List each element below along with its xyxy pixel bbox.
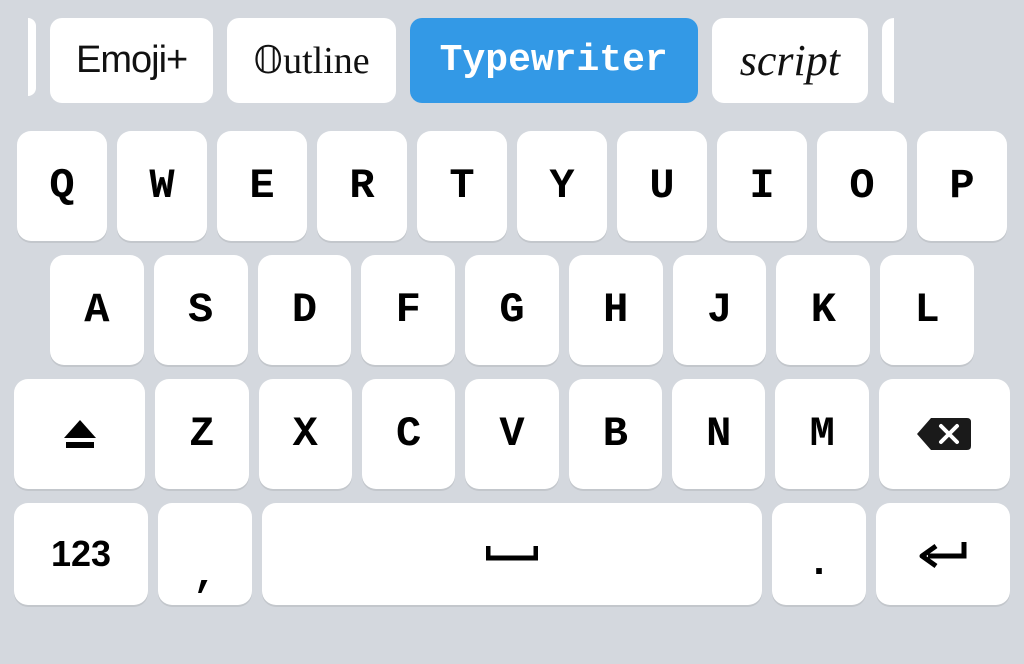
enter-icon (918, 538, 968, 570)
key-d[interactable]: D (258, 255, 352, 365)
key-space[interactable] (262, 503, 762, 605)
key-x[interactable]: X (259, 379, 352, 489)
key-c[interactable]: C (362, 379, 455, 489)
key-row-3: Z X C V B N M (14, 379, 1010, 489)
key-numeric-switch[interactable]: 123 (14, 503, 148, 605)
key-k[interactable]: K (776, 255, 870, 365)
key-w[interactable]: W (117, 131, 207, 241)
key-q[interactable]: Q (17, 131, 107, 241)
font-tab-script[interactable]: script (712, 18, 868, 103)
key-p[interactable]: P (917, 131, 1007, 241)
key-comma[interactable]: , (158, 503, 252, 605)
key-r[interactable]: R (317, 131, 407, 241)
key-e[interactable]: E (217, 131, 307, 241)
key-m[interactable]: M (775, 379, 868, 489)
key-shift[interactable] (14, 379, 145, 489)
key-b[interactable]: B (569, 379, 662, 489)
key-s[interactable]: S (154, 255, 248, 365)
key-row-4: 123 , . (14, 503, 1010, 605)
backspace-icon (917, 414, 971, 454)
key-row-2: A S D F G H J K L (14, 255, 1010, 365)
key-j[interactable]: J (673, 255, 767, 365)
key-row-1: Q W E R T Y U I O P (14, 131, 1010, 241)
keyboard: Q W E R T Y U I O P A S D F G H J K L Z … (0, 123, 1024, 619)
key-t[interactable]: T (417, 131, 507, 241)
key-a[interactable]: A (50, 255, 144, 365)
space-icon (486, 544, 538, 564)
period-glyph: . (807, 542, 831, 587)
key-y[interactable]: Y (517, 131, 607, 241)
key-n[interactable]: N (672, 379, 765, 489)
tab-partial-right[interactable] (882, 18, 894, 103)
key-z[interactable]: Z (155, 379, 248, 489)
tab-partial-left[interactable] (28, 18, 36, 96)
key-g[interactable]: G (465, 255, 559, 365)
shift-icon (64, 420, 96, 448)
key-h[interactable]: H (569, 255, 663, 365)
key-backspace[interactable] (879, 379, 1010, 489)
key-u[interactable]: U (617, 131, 707, 241)
key-f[interactable]: F (361, 255, 455, 365)
key-v[interactable]: V (465, 379, 558, 489)
font-tab-outline[interactable]: 𝕆utline (227, 18, 395, 103)
key-i[interactable]: I (717, 131, 807, 241)
font-style-tabs: Emoji+ 𝕆utline Typewriter script (0, 0, 1024, 123)
key-enter[interactable] (876, 503, 1010, 605)
key-period[interactable]: . (772, 503, 866, 605)
font-tab-emoji[interactable]: Emoji+ (50, 18, 213, 103)
font-tab-typewriter[interactable]: Typewriter (410, 18, 698, 103)
key-o[interactable]: O (817, 131, 907, 241)
key-l[interactable]: L (880, 255, 974, 365)
comma-glyph: , (193, 554, 217, 599)
